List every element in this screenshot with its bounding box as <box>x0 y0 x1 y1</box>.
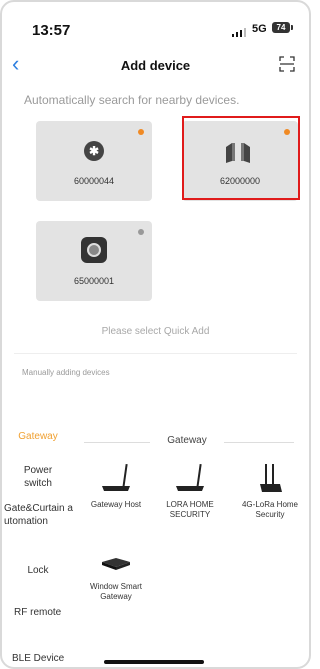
section-title: Gateway <box>167 435 207 446</box>
product-4g-lora-home-security[interactable]: 4G-LoRa Home Security <box>234 460 306 520</box>
phone-screen: 13:57 5G 74 ‹ Add device Automatically s… <box>0 0 311 669</box>
auto-search-text: Automatically search for nearby devices. <box>24 93 240 107</box>
status-time: 13:57 <box>32 22 71 39</box>
category-gate-curtain-automation[interactable]: Gate&Curtain automation <box>2 502 74 528</box>
product-label: Gateway Host <box>90 500 142 509</box>
product-label: LORA HOME SECURITY <box>166 500 214 519</box>
scan-icon[interactable] <box>279 56 295 72</box>
signal-icon <box>232 28 246 37</box>
category-power-switch[interactable]: Power switch <box>2 464 74 490</box>
router-icon <box>176 463 204 491</box>
selection-highlight <box>182 116 300 200</box>
category-ble-device[interactable]: BLE Device <box>2 652 74 665</box>
nav-bar: ‹ Add device <box>2 50 309 82</box>
router-icon <box>102 463 130 491</box>
network-type: 5G <box>252 23 267 35</box>
bluetooth-icon: ✱ <box>84 141 104 161</box>
quick-add-text: Please select Quick Add <box>101 326 210 337</box>
divider <box>14 353 297 354</box>
dual-antenna-router-icon <box>260 464 282 492</box>
manual-add-text: Manually adding devices <box>22 368 110 377</box>
product-lora-home-security[interactable]: LORA HOME SECURITY <box>154 460 226 520</box>
product-label: 4G-LoRa Home Security <box>241 500 299 519</box>
product-label: Window Smart Gateway <box>89 582 142 601</box>
category-lock[interactable]: Lock <box>2 564 74 577</box>
category-rf-remote[interactable]: RF remote <box>2 606 74 619</box>
page-title: Add device <box>120 58 191 73</box>
status-bar: 13:57 5G 74 <box>2 2 309 42</box>
status-dot <box>138 129 144 135</box>
category-gateway[interactable]: Gateway <box>2 430 74 443</box>
section-divider-right <box>224 442 294 443</box>
product-gateway-host[interactable]: Gateway Host <box>80 460 152 510</box>
found-device-card[interactable]: ✱ 60000044 <box>36 121 152 201</box>
gateway-icon <box>81 237 107 263</box>
product-window-smart-gateway[interactable]: Window Smart Gateway <box>80 550 152 602</box>
section-divider-left <box>84 442 150 443</box>
device-id: 60000044 <box>73 176 115 186</box>
battery-icon: 74 <box>272 22 293 33</box>
flat-router-icon <box>102 558 130 570</box>
device-id: 65000001 <box>73 276 115 286</box>
status-dot <box>138 229 144 235</box>
home-indicator <box>104 660 204 664</box>
found-device-card[interactable]: 65000001 <box>36 221 152 301</box>
